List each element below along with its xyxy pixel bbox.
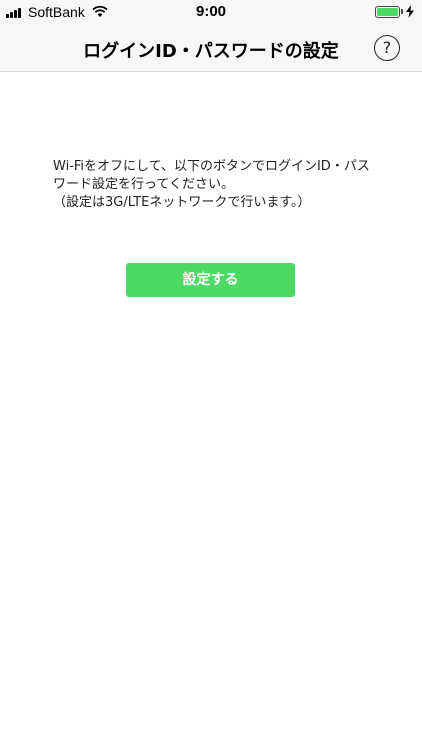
setup-button[interactable]: 設定する xyxy=(126,263,295,297)
battery-icon xyxy=(375,6,400,18)
status-time: 9:00 xyxy=(195,3,227,20)
battery-cap xyxy=(401,9,403,14)
instruction-message: Wi-Fiをオフにして、以下のボタンでログインID・パス ワード設定を行ってくだ… xyxy=(53,158,373,212)
message-line: Wi-Fiをオフにして、以下のボタンでログインID・パス xyxy=(53,159,370,174)
message-line: ワード設定を行ってください。 xyxy=(53,177,234,192)
charging-bolt-icon xyxy=(406,5,414,18)
battery-level xyxy=(377,8,398,16)
setup-button-label: 設定する xyxy=(182,272,239,288)
message-line: （設定は3G/LTEネットワークで行います。） xyxy=(53,195,311,210)
status-bar: SoftBank 9:00 xyxy=(0,0,422,25)
page-title: ログインID・パスワードの設定 xyxy=(83,41,339,62)
help-button[interactable]: ? xyxy=(374,35,400,61)
question-circle-icon: ? xyxy=(382,38,392,57)
navigation-bar: ログインID・パスワードの設定 ? xyxy=(0,25,422,72)
